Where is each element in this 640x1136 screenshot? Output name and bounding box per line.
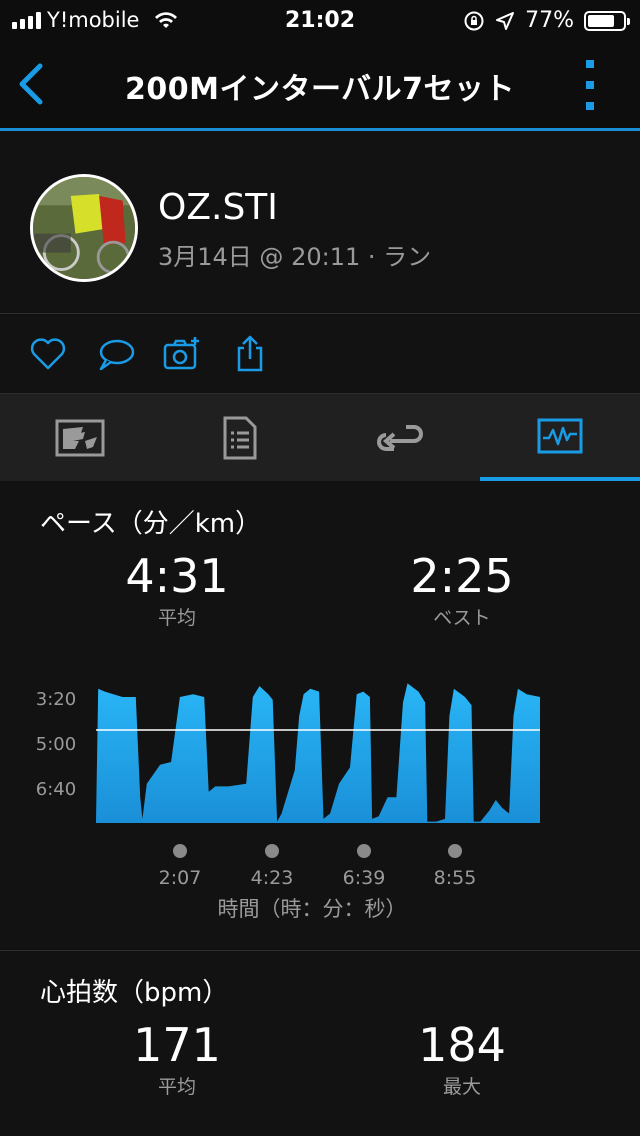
laps-icon <box>377 424 423 451</box>
x-axis-title: 時間（時：分：秒） <box>218 897 407 921</box>
tab-summary[interactable] <box>0 394 160 481</box>
pace-best-value: 2:25 <box>410 549 514 603</box>
action-bar <box>0 314 640 394</box>
status-bar: Y!mobile 21:02 77% <box>0 0 640 40</box>
x-tick-label: 2:07 <box>159 867 202 889</box>
pace-average: 4:31 平均 <box>57 551 297 630</box>
comment-icon[interactable] <box>96 334 136 374</box>
tab-laps[interactable] <box>320 394 480 481</box>
pace-average-label: 平均 <box>157 607 196 629</box>
charts-icon <box>537 418 583 453</box>
camera-add-icon[interactable] <box>162 334 202 374</box>
battery-percent: 77% <box>525 8 574 33</box>
location-icon <box>496 11 515 30</box>
y-tick-label: 6:40 <box>36 779 76 800</box>
page-title: 200Mインターバル7セット <box>124 72 516 107</box>
chevron-left-icon <box>19 63 43 105</box>
more-vertical-icon <box>586 60 594 68</box>
pace-average-value: 4:31 <box>125 549 229 603</box>
pace-section-title: ペース（分／km） <box>40 509 262 539</box>
share-icon[interactable] <box>230 334 270 374</box>
tab-bar <box>0 394 640 481</box>
pace-best-label: ベスト <box>433 607 491 629</box>
x-tick-marker <box>173 844 187 858</box>
x-tick-label: 8:55 <box>434 867 477 889</box>
tab-details[interactable] <box>160 394 320 481</box>
x-tick-label: 6:39 <box>343 867 386 889</box>
heart-rate-max-value: 184 <box>418 1018 506 1072</box>
tab-charts[interactable] <box>480 394 640 481</box>
x-tick-marker <box>448 844 462 858</box>
rotation-lock-icon <box>464 11 484 30</box>
y-tick-label: 3:20 <box>36 689 76 710</box>
x-tick-marker <box>265 844 279 858</box>
avatar-photo <box>33 177 135 279</box>
section-divider <box>0 950 640 951</box>
heart-rate-average-value: 171 <box>133 1018 221 1072</box>
more-menu-button[interactable] <box>580 60 600 110</box>
x-tick-label: 4:23 <box>251 867 294 889</box>
heart-rate-average-label: 平均 <box>157 1076 196 1098</box>
heart-rate-section-title: 心拍数（bpm） <box>40 978 229 1008</box>
activity-header: OZ.STI 3月14日 @ 20:11 · ラン <box>0 131 640 314</box>
y-tick-label: 5:00 <box>36 734 76 755</box>
activity-screen: Y!mobile 21:02 77% 200Mインターバル7セット OZ.STI… <box>0 0 640 1136</box>
battery-icon <box>584 10 630 31</box>
pace-chart[interactable]: 3:20 5:00 6:40 2:07 4:23 6:39 8:55 時間（時：分：秒） <box>0 640 640 930</box>
x-tick-marker <box>357 844 371 858</box>
heart-rate-max: 184 最大 <box>342 1020 582 1099</box>
summary-icon <box>55 419 105 456</box>
heart-rate-max-label: 最大 <box>442 1076 481 1098</box>
pace-best: 2:25 ベスト <box>342 551 582 630</box>
activity-date-type: 3月14日 @ 20:11 · ラン <box>158 243 432 271</box>
back-button[interactable] <box>14 62 54 106</box>
user-name[interactable]: OZ.STI <box>158 187 278 228</box>
nav-bar: 200Mインターバル7セット <box>0 40 640 131</box>
avatar[interactable] <box>30 174 138 282</box>
heart-rate-average: 171 平均 <box>57 1020 297 1099</box>
pace-area-series <box>96 683 540 823</box>
heart-icon[interactable] <box>28 334 68 374</box>
details-icon <box>223 416 257 459</box>
